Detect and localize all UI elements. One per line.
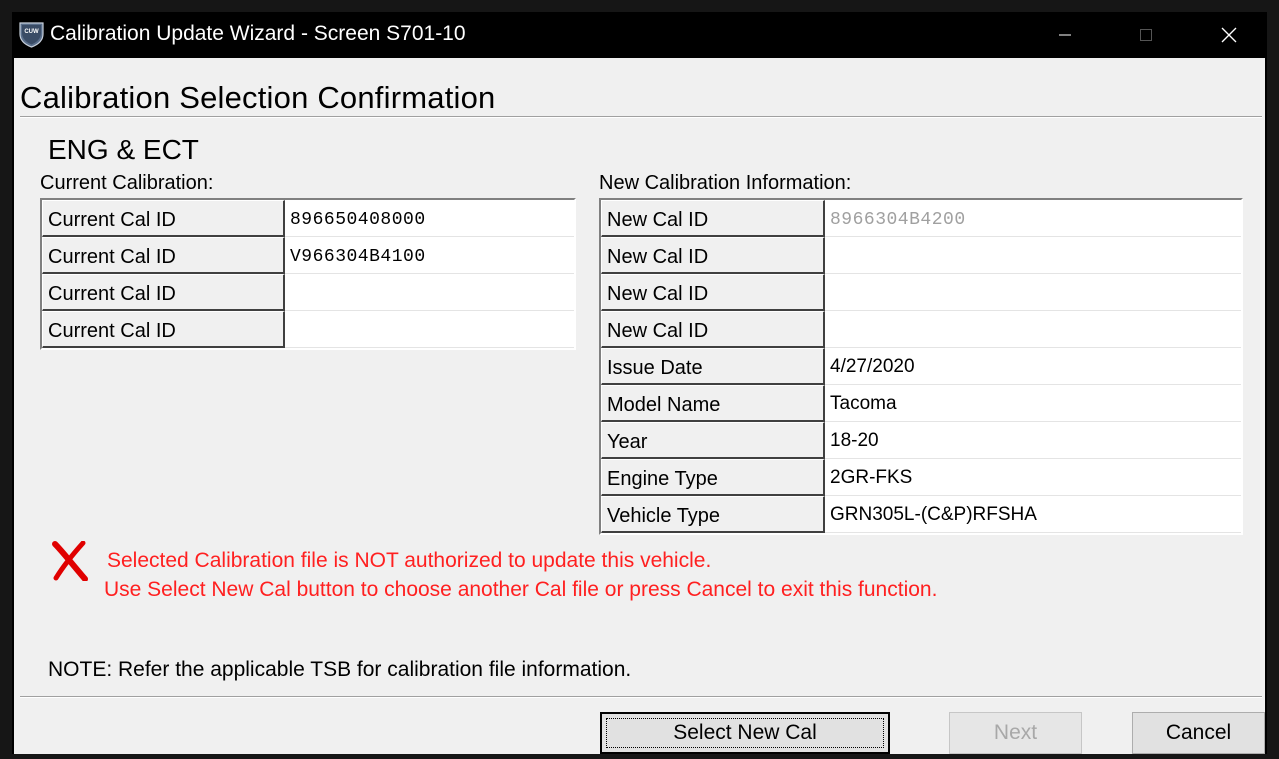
cuw-shield-icon[interactable]: CUW — [18, 21, 45, 48]
footer-separator — [20, 696, 1262, 698]
model-name-row: Model Name Tacoma — [601, 385, 1241, 422]
app-window: CUW Calibration Update Wizard - Screen S… — [12, 12, 1267, 754]
current-cal-row: Current Cal ID — [42, 274, 574, 311]
new-cal-row: New Cal ID — [601, 274, 1241, 311]
issue-date-row: Issue Date 4/27/2020 — [601, 348, 1241, 385]
current-cal-id-value: 896650408000 — [285, 200, 574, 237]
vehicle-type-label: Vehicle Type — [601, 496, 825, 533]
title-separator — [20, 116, 1262, 118]
current-calibration-label: Current Calibration: — [40, 172, 214, 194]
current-cal-id-value — [285, 274, 574, 311]
new-cal-id-value — [825, 311, 1241, 348]
error-message-line1: Selected Calibration file is NOT authori… — [107, 549, 712, 572]
maximize-icon — [1140, 29, 1152, 41]
new-cal-id-value — [825, 237, 1241, 274]
current-cal-id-value: V966304B4100 — [285, 237, 574, 274]
section-title: ENG & ECT — [48, 134, 199, 165]
issue-date-value: 4/27/2020 — [825, 348, 1241, 385]
issue-date-label: Issue Date — [601, 348, 825, 385]
current-cal-row: Current Cal ID 896650408000 — [42, 200, 574, 237]
new-cal-row: New Cal ID 8966304B4200 — [601, 200, 1241, 237]
new-cal-id-label: New Cal ID — [601, 200, 825, 237]
new-cal-id-value: 8966304B4200 — [825, 200, 1241, 237]
new-cal-id-label: New Cal ID — [601, 237, 825, 274]
current-calibration-grid: Current Cal ID 896650408000 Current Cal … — [40, 198, 576, 350]
close-button[interactable] — [1194, 12, 1264, 58]
select-new-cal-button[interactable]: Select New Cal — [600, 712, 890, 754]
model-name-label: Model Name — [601, 385, 825, 422]
engine-type-label: Engine Type — [601, 459, 825, 496]
error-message-line2: Use Select New Cal button to choose anot… — [104, 578, 938, 601]
model-name-value: Tacoma — [825, 385, 1241, 422]
current-cal-row: Current Cal ID V966304B4100 — [42, 237, 574, 274]
current-cal-id-label: Current Cal ID — [42, 311, 285, 348]
current-cal-id-label: Current Cal ID — [42, 200, 285, 237]
year-value: 18-20 — [825, 422, 1241, 459]
red-x-error-icon — [52, 540, 88, 582]
engine-type-row: Engine Type 2GR-FKS — [601, 459, 1241, 496]
current-cal-id-label: Current Cal ID — [42, 274, 285, 311]
new-cal-id-value — [825, 274, 1241, 311]
new-cal-id-label: New Cal ID — [601, 274, 825, 311]
tsb-note: NOTE: Refer the applicable TSB for calib… — [48, 658, 632, 681]
cancel-label: Cancel — [1165, 721, 1232, 744]
next-button[interactable]: Next — [949, 712, 1082, 754]
engine-type-value: 2GR-FKS — [825, 459, 1241, 496]
current-cal-id-label: Current Cal ID — [42, 237, 285, 274]
vehicle-type-row: Vehicle Type GRN305L-(C&P)RFSHA — [601, 496, 1241, 533]
minimize-button[interactable] — [1030, 12, 1100, 58]
maximize-button — [1111, 12, 1181, 58]
page-title: Calibration Selection Confirmation — [20, 80, 496, 115]
close-icon — [1221, 27, 1237, 43]
new-cal-id-label: New Cal ID — [601, 311, 825, 348]
new-cal-row: New Cal ID — [601, 311, 1241, 348]
window-title: Calibration Update Wizard - Screen S701-… — [50, 22, 466, 45]
title-bar[interactable]: CUW Calibration Update Wizard - Screen S… — [12, 12, 1267, 58]
app-icon-text: CUW — [24, 29, 39, 35]
minimize-icon — [1059, 34, 1071, 36]
year-row: Year 18-20 — [601, 422, 1241, 459]
new-calibration-info-label: New Calibration Information: — [599, 172, 852, 194]
cancel-button[interactable]: Cancel — [1132, 712, 1265, 754]
vehicle-type-value: GRN305L-(C&P)RFSHA — [825, 496, 1241, 533]
current-cal-id-value — [285, 311, 574, 348]
new-cal-row: New Cal ID — [601, 237, 1241, 274]
next-label: Next — [993, 721, 1038, 744]
focus-ring — [606, 718, 884, 748]
dialog-client-area: Calibration Selection Confirmation ENG &… — [14, 58, 1265, 754]
year-label: Year — [601, 422, 825, 459]
current-cal-row: Current Cal ID — [42, 311, 574, 348]
new-calibration-info-grid: New Cal ID 8966304B4200 New Cal ID New C… — [599, 198, 1243, 535]
